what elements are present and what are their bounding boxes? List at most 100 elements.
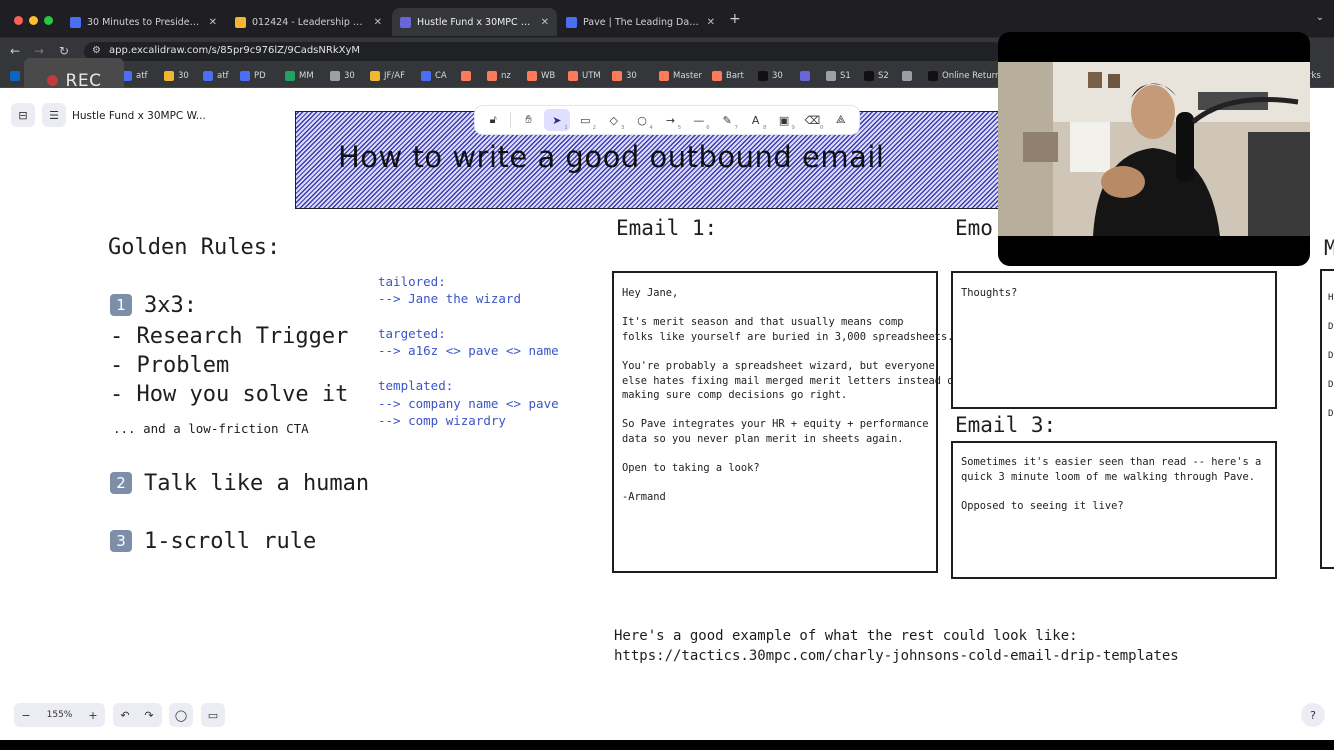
email-3-body[interactable]: Sometimes it's easier seen than read -- … xyxy=(961,455,1261,513)
bookmark-item[interactable]: Master xyxy=(659,71,702,81)
email-1-heading[interactable]: Email 1: xyxy=(616,216,717,240)
board-title[interactable]: How to write a good outbound email xyxy=(338,140,884,174)
reload-icon[interactable]: ↻ xyxy=(59,44,69,58)
window-minimize-button[interactable] xyxy=(29,16,38,25)
bookmark-item[interactable]: 30 xyxy=(758,71,783,81)
bookmark-item[interactable]: UTM xyxy=(568,71,601,81)
bookmark-favicon-icon xyxy=(421,71,431,81)
redo-icon[interactable]: ↷ xyxy=(137,709,161,722)
bookmark-item[interactable]: atf xyxy=(203,71,229,81)
bookmark-label: S2 xyxy=(878,71,889,81)
present-icon[interactable]: ▭ xyxy=(201,703,225,727)
email-1-body[interactable]: Hey Jane, It's merit season and that usu… xyxy=(622,286,960,505)
menu-hamburger-icon[interactable]: ☰ xyxy=(42,103,66,127)
rule-2-title[interactable]: 2 Talk like a human xyxy=(110,471,369,496)
bookmark-favicon-icon xyxy=(527,71,537,81)
bookmark-item[interactable]: 30 xyxy=(612,71,637,81)
rule-1-item[interactable]: - Research Trigger xyxy=(110,324,348,349)
rule-1-title[interactable]: 1 3x3: xyxy=(110,293,197,318)
note-label[interactable]: targeted: xyxy=(378,326,446,341)
browser-tab[interactable]: Pave | The Leading Data-Driv ✕ xyxy=(558,10,723,34)
bookmark-item[interactable]: 30 xyxy=(330,71,355,81)
zoom-level[interactable]: 155% xyxy=(38,710,81,720)
note-line[interactable]: --> a16z <> pave <> name xyxy=(378,343,559,358)
tab-close-icon[interactable]: ✕ xyxy=(707,17,715,28)
bookmark-item[interactable]: JF/AF xyxy=(370,71,405,81)
tab-close-icon[interactable]: ✕ xyxy=(541,17,549,28)
comment-icon[interactable]: ◯ xyxy=(169,703,193,727)
rule-1-note[interactable]: ... and a low-friction CTA xyxy=(113,421,309,436)
note-label[interactable]: templated: xyxy=(378,378,453,393)
partial-letter: H xyxy=(1328,293,1334,303)
zoom-out-button[interactable]: − xyxy=(14,709,38,722)
new-tab-button[interactable]: + xyxy=(729,11,741,27)
tab-close-icon[interactable]: ✕ xyxy=(209,17,217,28)
partial-letter: D xyxy=(1328,409,1334,419)
partial-letter: D xyxy=(1328,322,1334,332)
tab-close-icon[interactable]: ✕ xyxy=(374,17,382,28)
arrow-tool-icon[interactable]: → 5 xyxy=(658,109,684,132)
browser-tab[interactable]: 012424 - Leadership 50 Cus ✕ xyxy=(227,10,390,34)
bookmark-item[interactable]: WB xyxy=(527,71,555,81)
rule-1-item[interactable]: - How you solve it xyxy=(110,382,348,407)
zoom-in-button[interactable]: + xyxy=(81,709,105,722)
image-tool-icon[interactable]: ▣ 9 xyxy=(771,109,797,132)
bookmark-item[interactable]: nz xyxy=(487,71,511,81)
omnibox[interactable]: ⚙ app.excalidraw.com/s/85pr9c976lZ/9Cads… xyxy=(84,42,1004,61)
forward-arrow-icon[interactable]: → xyxy=(34,44,44,58)
bookmark-item[interactable]: PD xyxy=(240,71,266,81)
pencil-tool-icon[interactable]: ✎ 7 xyxy=(714,109,740,132)
extra-tools-icon[interactable]: ⟁ xyxy=(828,109,854,131)
line-tool-icon[interactable]: —6 xyxy=(686,109,712,132)
document-title[interactable]: Hustle Fund x 30MPC W... xyxy=(72,110,206,122)
lock-icon[interactable]: 🔓︎ xyxy=(480,109,506,131)
library-icon[interactable]: ⊟ xyxy=(11,103,35,127)
window-close-button[interactable] xyxy=(14,16,23,25)
browser-tab-active[interactable]: Hustle Fund x 30MPC Webin ✕ xyxy=(392,8,557,36)
bookmark-item[interactable]: Bart xyxy=(712,71,744,81)
rule-3-title[interactable]: 3 1-scroll rule xyxy=(110,529,316,554)
bookmark-item[interactable]: S1 xyxy=(826,71,851,81)
bookmark-item[interactable]: Online Return xyxy=(928,71,1000,81)
bookmark-item[interactable]: atf xyxy=(122,71,148,81)
window-zoom-button[interactable] xyxy=(44,16,53,25)
rectangle-tool-icon[interactable]: ▭ 2 xyxy=(572,109,598,132)
note-line[interactable]: --> company name <> pave xyxy=(378,396,559,411)
bookmark-label: S1 xyxy=(840,71,851,81)
email-2-body[interactable]: Thoughts? xyxy=(961,286,1017,301)
site-settings-icon[interactable]: ⚙ xyxy=(92,45,101,56)
bookmark-favicon-icon xyxy=(902,71,912,81)
undo-icon[interactable]: ↶ xyxy=(113,709,137,722)
footer-example-text[interactable]: Here's a good example of what the rest c… xyxy=(614,628,1078,644)
note-line[interactable]: --> comp wizardry xyxy=(378,413,506,428)
bookmark-item[interactable]: 30 xyxy=(164,71,189,81)
bookmark-item[interactable]: MM xyxy=(285,71,314,81)
url-text[interactable]: app.excalidraw.com/s/85pr9c976lZ/9CadsNR… xyxy=(109,45,360,56)
partial-heading[interactable]: M xyxy=(1324,236,1334,260)
selection-tool-icon[interactable]: ➤ 1 xyxy=(544,109,570,131)
bookmark-item[interactable] xyxy=(902,71,916,81)
bookmark-item[interactable]: S2 xyxy=(864,71,889,81)
hand-tool-icon[interactable]: ✋︎ xyxy=(516,109,542,131)
help-icon[interactable]: ? xyxy=(1301,703,1325,727)
bookmark-favicon-icon xyxy=(330,71,340,81)
tab-search-chevron-icon[interactable]: ⌄ xyxy=(1316,12,1324,23)
email-3-heading[interactable]: Email 3: xyxy=(955,413,1056,437)
bookmark-item[interactable] xyxy=(461,71,475,81)
email-2-heading[interactable]: Emo xyxy=(955,216,993,240)
linkedin-icon[interactable] xyxy=(10,71,24,81)
browser-tab[interactable]: 30 Minutes to President's Cl ✕ xyxy=(62,10,225,34)
rule-1-item[interactable]: - Problem xyxy=(110,353,229,378)
text-tool-icon[interactable]: A8 xyxy=(743,109,769,132)
bookmark-item[interactable] xyxy=(800,71,814,81)
golden-rules-heading[interactable]: Golden Rules: xyxy=(108,235,280,260)
back-arrow-icon[interactable]: ← xyxy=(10,44,20,58)
bookmark-item[interactable]: CA xyxy=(421,71,447,81)
eraser-tool-icon[interactable]: ⌫ 0 xyxy=(800,109,826,132)
tab-title: Hustle Fund x 30MPC Webin xyxy=(417,16,535,28)
footer-link-text[interactable]: https://tactics.30mpc.com/charly-johnson… xyxy=(614,648,1179,664)
diamond-tool-icon[interactable]: ◇ 3 xyxy=(601,109,627,132)
note-label[interactable]: tailored: xyxy=(378,274,446,289)
note-line[interactable]: --> Jane the wizard xyxy=(378,291,521,306)
ellipse-tool-icon[interactable]: ○ 4 xyxy=(629,109,655,132)
